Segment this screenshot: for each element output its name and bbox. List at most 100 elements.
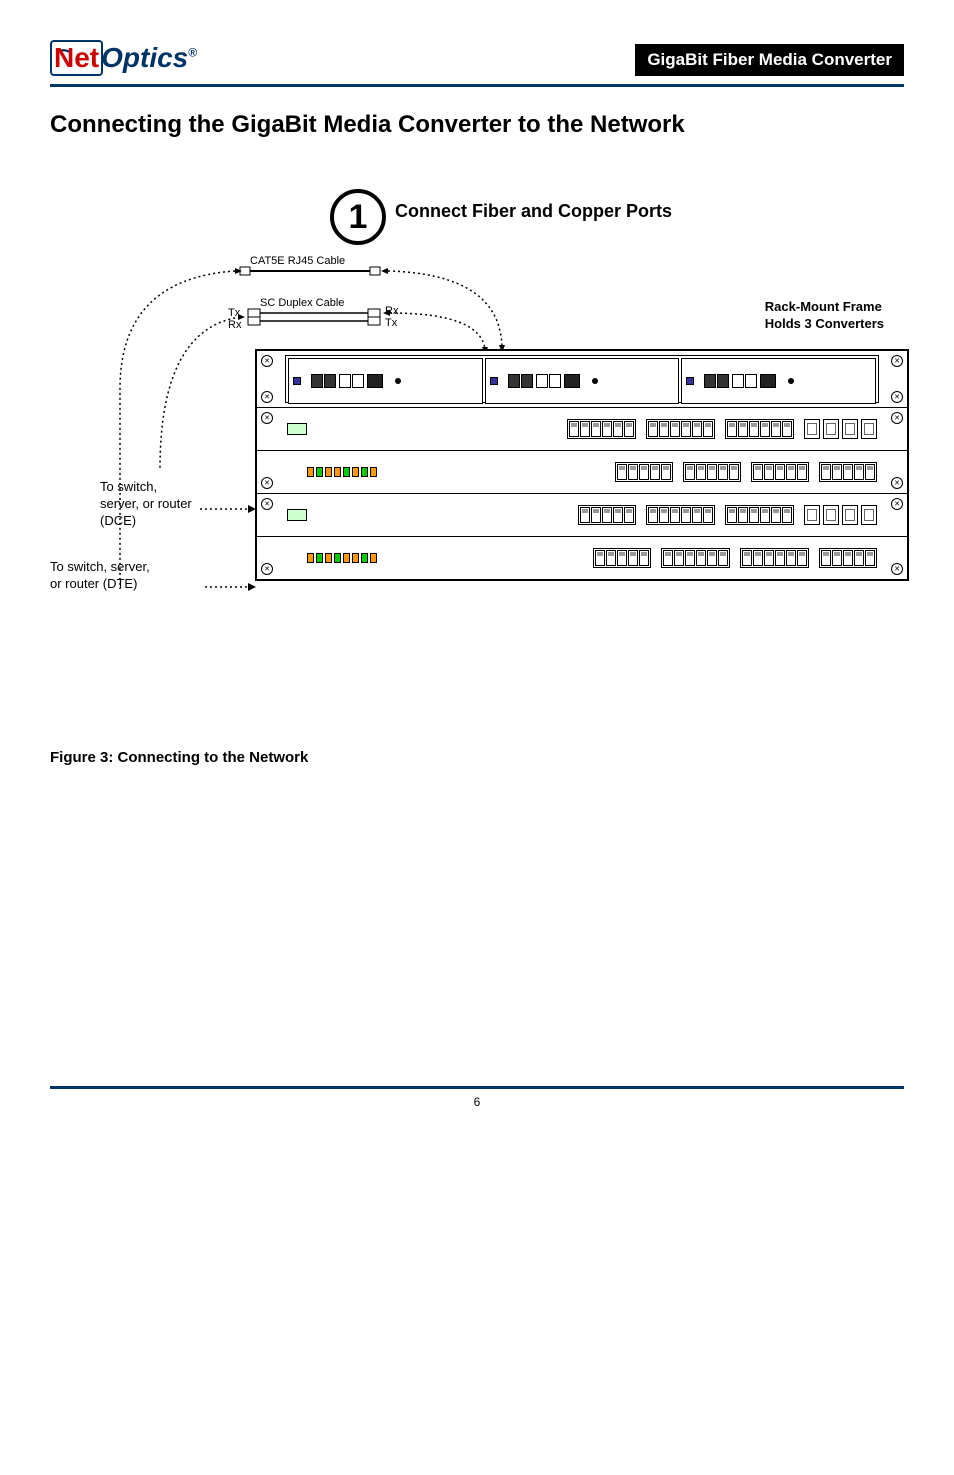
status-led-icon [287, 509, 307, 521]
rack-row-switch-1 [257, 408, 907, 451]
rack-row-switch-3 [257, 494, 907, 537]
power-led-icon [293, 377, 301, 385]
screw-icon [261, 412, 273, 424]
screw-icon [261, 498, 273, 510]
page-number: 6 [50, 1095, 904, 1109]
dce-line3: (DCE) [100, 513, 136, 528]
logo-net-text: Net [54, 42, 99, 73]
port-cluster [683, 462, 741, 482]
dte-line2: or router (DTE) [50, 576, 137, 591]
gbic-slots [804, 419, 877, 439]
screw-icon [891, 391, 903, 403]
converter-unit-2 [485, 358, 680, 404]
tx-label-left: Tx [228, 307, 240, 319]
port-cluster [740, 548, 809, 568]
fiber-port-icon [704, 374, 716, 388]
dce-line2: server, or router [100, 496, 192, 511]
fiber-port-icon [536, 374, 548, 388]
screw-icon [261, 477, 273, 489]
dte-line1: To switch, server, [50, 559, 150, 574]
power-led-icon [490, 377, 498, 385]
converter-row [286, 356, 878, 406]
rj45-port-icon [760, 374, 776, 388]
rack-row-switch-2 [257, 451, 907, 494]
fiber-port-icon [311, 374, 323, 388]
fiber-port-icon [521, 374, 533, 388]
port-cluster [819, 548, 877, 568]
netoptics-logo: ~ Net Optics® [50, 40, 197, 76]
rack-row-converters [257, 351, 907, 408]
tx-label-right: Tx [385, 317, 397, 329]
port-cluster [725, 505, 794, 525]
cat5e-cable-label: CAT5E RJ45 Cable [250, 255, 345, 267]
step-number-circle: 1 [330, 189, 386, 245]
led-strip [307, 553, 377, 563]
fiber-port-icon [508, 374, 520, 388]
page-header: ~ Net Optics® GigaBit Fiber Media Conver… [50, 40, 904, 76]
power-led-icon [686, 377, 694, 385]
title-banner: GigaBit Fiber Media Converter [635, 44, 904, 76]
screw-icon [891, 563, 903, 575]
gbic-slots [804, 505, 877, 525]
screw-icon [891, 355, 903, 367]
fiber-port-icon [549, 374, 561, 388]
fiber-port-pair [311, 374, 336, 388]
fiber-port-icon [339, 374, 351, 388]
fiber-port-icon [717, 374, 729, 388]
fiber-port-icon [732, 374, 744, 388]
dce-label: To switch, server, or router (DCE) [100, 479, 192, 530]
connection-diagram: 1 Connect Fiber and Copper Ports CAT5E R… [50, 189, 904, 709]
screw-icon [261, 563, 273, 575]
screw-icon [891, 412, 903, 424]
figure-number: Figure 3: [50, 749, 113, 766]
step-label: Connect Fiber and Copper Ports [395, 201, 672, 222]
rack-mount-label: Rack-Mount Frame Holds 3 Converters [765, 299, 884, 333]
rack-row-switch-4 [257, 537, 907, 579]
rj45-port-icon [367, 374, 383, 388]
logo-registered-icon: ® [188, 46, 197, 60]
equipment-rack [255, 349, 909, 581]
fiber-port-icon [352, 374, 364, 388]
dte-label: To switch, server, or router (DTE) [50, 559, 150, 593]
led-strip [307, 467, 377, 477]
port-cluster [593, 548, 651, 568]
footer-divider [50, 1086, 904, 1089]
screw-icon [261, 391, 273, 403]
dce-line1: To switch, [100, 479, 157, 494]
power-jack-icon [592, 378, 598, 384]
port-cluster [725, 419, 794, 439]
rx-label-right: Rx [385, 305, 398, 317]
step-number: 1 [349, 198, 368, 237]
fiber-port-pair [339, 374, 364, 388]
led-icon [307, 467, 314, 477]
rack-label-line1: Rack-Mount Frame [765, 299, 882, 314]
section-heading: Connecting the GigaBit Media Converter t… [50, 111, 904, 139]
power-jack-icon [395, 378, 401, 384]
logo-optics-text: Optics [101, 42, 188, 73]
port-cluster [615, 462, 673, 482]
screw-icon [261, 355, 273, 367]
sc-duplex-cable-label: SC Duplex Cable [260, 297, 344, 309]
rx-label-left: Rx [228, 319, 241, 331]
screw-icon [891, 477, 903, 489]
fiber-port-icon [324, 374, 336, 388]
power-jack-icon [788, 378, 794, 384]
page-footer: 6 [50, 1086, 904, 1109]
gbic-slot-icon [804, 419, 820, 439]
converter-shelf [285, 355, 879, 403]
converter-unit-3 [681, 358, 876, 404]
port-cluster [646, 505, 715, 525]
port-cluster [819, 462, 877, 482]
fiber-port-icon [745, 374, 757, 388]
rack-label-line2: Holds 3 Converters [765, 316, 884, 331]
port-cluster [646, 419, 715, 439]
figure-caption: Figure 3: Connecting to the Network [50, 749, 904, 766]
status-led-icon [287, 423, 307, 435]
converter-unit-1 [288, 358, 483, 404]
header-divider [50, 84, 904, 87]
port-cluster [567, 419, 636, 439]
port-cluster [578, 505, 636, 525]
screw-icon [891, 498, 903, 510]
figure-text: Connecting to the Network [118, 749, 309, 766]
rj45-port-icon [569, 421, 579, 437]
